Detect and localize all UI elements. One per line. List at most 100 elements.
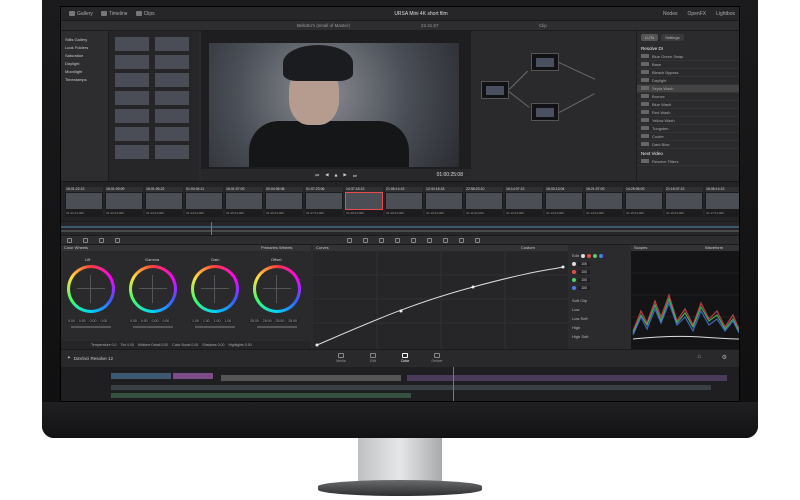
still-thumbnail[interactable] — [115, 73, 149, 87]
home-icon[interactable]: ⌂ — [697, 354, 701, 360]
album-item[interactable]: Stills Gallery — [65, 37, 87, 42]
openfx-button[interactable]: OpenFX — [687, 11, 706, 17]
b-intensity-field[interactable]: 100 — [578, 286, 590, 290]
luma-channel[interactable] — [580, 253, 585, 258]
clip-thumbnail[interactable]: 14:37:18:13 V1 08:01:000 — [345, 187, 383, 217]
skip-back-icon[interactable]: ⏮ — [315, 173, 319, 178]
clip-thumbnail[interactable]: 16:14:07:13 V1 12:01:000 — [505, 187, 543, 217]
palette-tool-icon[interactable] — [379, 238, 384, 243]
timeline-button[interactable]: Timeline — [100, 11, 128, 17]
gamma-wheel[interactable] — [129, 265, 177, 313]
palette-tool-icon[interactable] — [395, 238, 400, 243]
album-item[interactable]: Saturation — [65, 53, 83, 58]
clips-button[interactable]: Clips — [135, 11, 155, 17]
lut-item[interactable]: Red Wash — [637, 109, 739, 117]
palette-tool-icon[interactable] — [411, 238, 416, 243]
timeline-clip[interactable] — [173, 373, 213, 379]
palette-tool-icon[interactable] — [67, 238, 72, 243]
curve-graph[interactable] — [313, 251, 568, 349]
palette-tool-icon[interactable] — [475, 238, 480, 243]
tab-color[interactable]: Color — [393, 353, 417, 365]
skip-forward-icon[interactable]: ⏭ — [353, 173, 357, 178]
lut-item[interactable]: Base — [637, 61, 739, 69]
node-01[interactable] — [481, 81, 509, 99]
still-thumbnail[interactable] — [155, 109, 189, 123]
still-thumbnail[interactable] — [155, 55, 189, 69]
tab-luts[interactable]: LUTs — [641, 34, 659, 41]
lift-master-bar[interactable] — [71, 326, 111, 328]
play-icon[interactable]: ▶ — [343, 172, 346, 178]
still-thumbnail[interactable] — [155, 127, 189, 141]
clip-thumbnail[interactable]: 16:01:09:09 V1 02:01:000 — [105, 187, 143, 217]
clip-thumbnail[interactable]: 16:01:06:22 V1 03:01:000 — [145, 187, 183, 217]
red-channel[interactable] — [586, 253, 591, 258]
gamma-master-bar[interactable] — [133, 326, 173, 328]
clip-thumbnail[interactable]: 01:00:04:11 V1 04:01:000 — [185, 187, 223, 217]
gain-values[interactable]: 1.00 1.00 1.00 1.00 — [191, 319, 233, 323]
lift-wheel[interactable] — [67, 265, 115, 313]
tab-media[interactable]: Media — [329, 353, 353, 365]
album-item[interactable]: Look Folders — [65, 45, 88, 50]
clip-thumbnail[interactable]: 16:01:22:13 V1 01:01:000 — [65, 187, 103, 217]
palette-tool-icon[interactable] — [459, 238, 464, 243]
still-thumbnail[interactable] — [115, 109, 149, 123]
clip-thumbnail[interactable]: 00:04:06:08 V1 06:01:000 — [265, 187, 303, 217]
palette-tool-icon[interactable] — [363, 238, 368, 243]
clip-thumbnail[interactable]: 21:06:14:15 V1 09:01:000 — [385, 187, 423, 217]
album-item[interactable]: Timestamps — [65, 77, 87, 82]
lut-item[interactable]: Cooler — [637, 133, 739, 141]
clip-thumbnail[interactable]: 21:15:07:13 V1 16:01:000 — [665, 187, 703, 217]
y-intensity-field[interactable]: 100 — [578, 262, 590, 266]
still-thumbnail[interactable] — [115, 145, 149, 159]
still-thumbnail[interactable] — [115, 127, 149, 141]
gamma-values[interactable]: 0.00 0.00 0.00 0.00 — [129, 319, 171, 323]
mini-timeline[interactable] — [61, 221, 739, 236]
gain-master-bar[interactable] — [195, 326, 235, 328]
clip-thumbnail[interactable]: 16:01:07:03 V1 05:01:000 — [225, 187, 263, 217]
tint-field[interactable]: Tint 0.00 — [121, 343, 135, 347]
lut-item[interactable]: Yellow Wash — [637, 117, 739, 125]
album-item[interactable]: Daylight — [65, 61, 79, 66]
clip-thumbnail[interactable]: 01:07:23:06 V1 07:01:000 — [305, 187, 343, 217]
stop-icon[interactable]: ■ — [335, 173, 338, 178]
offset-values[interactable]: 25.00 25.00 25.00 25.00 — [249, 319, 299, 323]
lift-values[interactable]: 0.00 0.00 0.00 0.00 — [67, 319, 109, 323]
edit-timeline[interactable] — [61, 367, 739, 401]
palette-tool-icon[interactable] — [83, 238, 88, 243]
green-channel[interactable] — [592, 253, 597, 258]
palette-tool-icon[interactable] — [427, 238, 432, 243]
offset-master-bar[interactable] — [257, 326, 297, 328]
clip-thumbnail[interactable]: 12:44:18:18 V1 10:01:000 — [425, 187, 463, 217]
still-thumbnail[interactable] — [155, 37, 189, 51]
node-02[interactable] — [531, 53, 559, 71]
timeline-clip[interactable] — [221, 375, 401, 381]
tab-settings[interactable]: Settings — [661, 34, 684, 41]
play-reverse-icon[interactable]: ◀ — [325, 172, 328, 178]
filter-item[interactable]: Resolve Filters — [637, 158, 739, 166]
timeline-clip[interactable] — [407, 375, 727, 381]
lut-item[interactable]: Blue Green Swap — [637, 53, 739, 61]
blue-channel[interactable] — [598, 253, 603, 258]
still-thumbnail[interactable] — [115, 55, 149, 69]
still-thumbnail[interactable] — [115, 37, 149, 51]
curves-panel[interactable] — [313, 251, 568, 349]
clip-thumbnail[interactable]: 16:00:13:04 V1 13:01:000 — [545, 187, 583, 217]
still-thumbnail[interactable] — [155, 145, 189, 159]
tab-deliver[interactable]: Deliver — [425, 353, 449, 365]
lut-item-selected[interactable]: Sepia Wash — [637, 85, 739, 93]
still-thumbnail[interactable] — [115, 91, 149, 105]
lut-item[interactable]: Bronze — [637, 93, 739, 101]
settings-icon[interactable]: ⚙ — [722, 354, 727, 361]
midtone-detail-field[interactable]: Midtone Detail 0.00 — [138, 343, 168, 347]
gain-wheel[interactable] — [191, 265, 239, 313]
gallery-button[interactable]: Gallery — [69, 11, 93, 17]
lightbox-button[interactable]: Lightbox — [716, 11, 735, 17]
r-intensity-field[interactable]: 100 — [578, 270, 590, 274]
lut-item[interactable]: Tungsten — [637, 125, 739, 133]
offset-wheel[interactable] — [253, 265, 301, 313]
shadows-field[interactable]: Shadows 0.00 — [202, 343, 224, 347]
still-thumbnail[interactable] — [155, 91, 189, 105]
lut-item[interactable]: Bleach Bypass — [637, 69, 739, 77]
temperature-field[interactable]: Temperature 0.0 — [91, 343, 117, 347]
timeline-clip[interactable] — [111, 373, 171, 379]
